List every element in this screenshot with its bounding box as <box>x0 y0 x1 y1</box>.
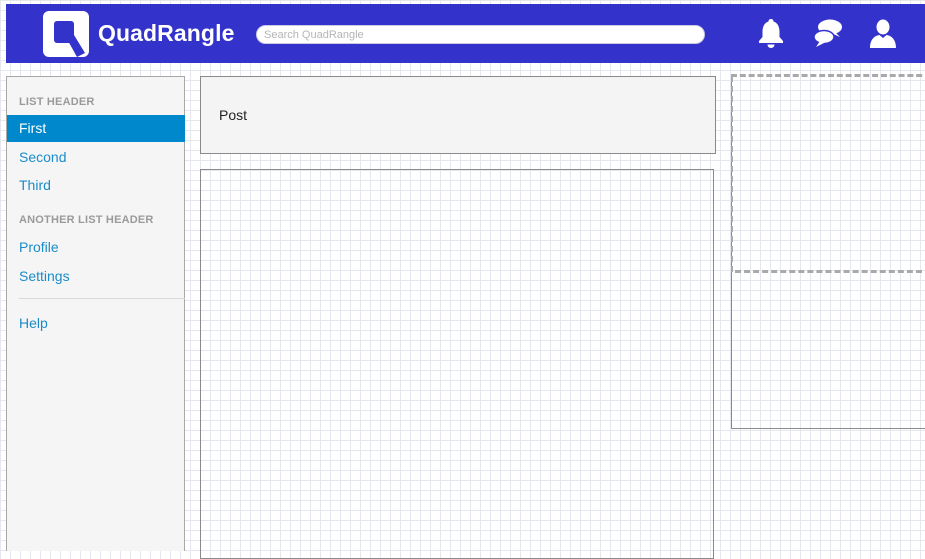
sidebar-item-second[interactable]: Second <box>7 144 185 171</box>
sidebar-item-third[interactable]: Third <box>7 172 185 199</box>
sidebar-item-first[interactable]: First <box>7 115 185 142</box>
right-panel-dashed-top-border <box>731 74 925 77</box>
top-navigation-bar: QuadRangle <box>6 4 925 63</box>
feed-panel <box>200 169 714 559</box>
search-input[interactable] <box>256 25 705 44</box>
chat-bubbles-icon[interactable] <box>811 16 845 50</box>
sidebar-item-help[interactable]: Help <box>7 310 185 337</box>
sidebar-item-settings[interactable]: Settings <box>7 263 185 290</box>
bell-icon[interactable] <box>754 16 788 50</box>
quadrangle-logo-icon[interactable] <box>41 9 91 59</box>
post-composer[interactable]: Post <box>200 76 716 154</box>
another-list-header: ANOTHER LIST HEADER <box>19 214 154 226</box>
sidebar-nav: LIST HEADER First Second Third ANOTHER L… <box>6 76 185 551</box>
brand-name[interactable]: QuadRangle <box>98 20 234 47</box>
right-panel <box>731 76 925 429</box>
sidebar-item-profile[interactable]: Profile <box>7 234 185 261</box>
right-panel-dashed-left-border <box>731 76 733 272</box>
right-panel-dashed-divider <box>735 270 925 273</box>
user-icon[interactable] <box>866 16 900 50</box>
sidebar-divider <box>19 298 185 299</box>
post-label: Post <box>219 107 248 123</box>
list-header: LIST HEADER <box>19 96 95 108</box>
